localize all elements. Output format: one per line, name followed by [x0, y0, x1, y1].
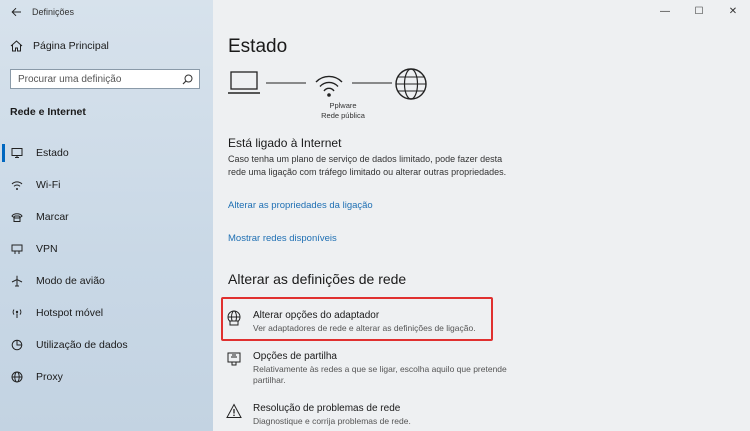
option-description: Relativamente às redes a que se ligar, e… — [253, 364, 507, 385]
sidebar-item-label: Marcar — [36, 211, 69, 223]
sidebar-item-proxy[interactable]: Proxy — [0, 361, 213, 393]
warning-icon — [225, 402, 243, 420]
search-input[interactable]: Procurar uma definição — [10, 69, 200, 89]
arrow-left-icon — [10, 7, 21, 17]
sidebar-nav: Estado Wi-Fi Marcar VPN Modo de avião Ho… — [0, 137, 213, 393]
sidebar-item-dados[interactable]: Utilização de dados — [0, 329, 213, 361]
sidebar-item-label: Wi-Fi — [36, 179, 61, 191]
close-button[interactable]: ✕ — [716, 0, 750, 22]
sidebar-section-title: Rede e Internet — [10, 106, 86, 118]
adapter-icon — [225, 309, 243, 327]
page-title: Estado — [228, 36, 288, 57]
option-troubleshoot[interactable]: Resolução de problemas de rede Diagnosti… — [225, 402, 411, 427]
sidebar: Definições Página Principal Procurar uma… — [0, 0, 213, 431]
section-heading: Alterar as definições de rede — [228, 271, 407, 287]
globe-icon — [11, 371, 23, 383]
network-type: Rede pública — [321, 111, 365, 120]
nav-home-label: Página Principal — [33, 40, 109, 52]
data-usage-icon — [11, 339, 23, 351]
minimize-button[interactable]: — — [648, 0, 682, 22]
sidebar-item-label: Proxy — [36, 371, 63, 383]
sidebar-item-label: Utilização de dados — [36, 339, 128, 351]
sidebar-item-label: Modo de avião — [36, 275, 105, 287]
hotspot-icon — [11, 307, 23, 319]
sharing-icon — [225, 350, 243, 368]
home-icon — [10, 40, 23, 52]
sidebar-item-wifi[interactable]: Wi-Fi — [0, 169, 213, 201]
globe-icon — [395, 68, 427, 100]
sidebar-item-marcar[interactable]: Marcar — [0, 201, 213, 233]
back-button[interactable] — [0, 1, 32, 23]
wifi-icon — [11, 179, 23, 191]
sidebar-item-hotspot[interactable]: Hotspot móvel — [0, 297, 213, 329]
dialup-icon — [11, 211, 23, 223]
show-networks-link[interactable]: Mostrar redes disponíveis — [228, 233, 337, 244]
status-icon — [11, 147, 23, 159]
sidebar-item-label: VPN — [36, 243, 58, 255]
sidebar-item-aviao[interactable]: Modo de avião — [0, 265, 213, 297]
option-sharing[interactable]: Opções de partilha Relativamente às rede… — [225, 350, 523, 386]
sidebar-item-label: Estado — [36, 147, 69, 159]
option-description: Diagnostique e corrija problemas de rede… — [253, 416, 411, 426]
window-controls: — ☐ ✕ — [648, 0, 750, 22]
sidebar-item-label: Hotspot móvel — [36, 307, 104, 319]
airplane-icon — [11, 275, 23, 287]
option-title: Alterar opções do adaptador — [253, 310, 380, 321]
network-diagram: Pplware Rede pública — [228, 68, 448, 128]
status-description: Caso tenha um plano de serviço de dados … — [228, 154, 507, 177]
change-properties-link[interactable]: Alterar as propriedades da ligação — [228, 200, 373, 211]
app-title: Definições — [32, 7, 75, 17]
laptop-icon — [228, 71, 260, 94]
nav-home[interactable]: Página Principal — [10, 40, 109, 52]
titlebar: Definições — [0, 0, 213, 24]
wifi-icon — [315, 75, 343, 97]
option-title: Opções de partilha — [253, 351, 337, 362]
sidebar-item-estado[interactable]: Estado — [0, 137, 213, 169]
option-adapter[interactable]: Alterar opções do adaptador Ver adaptado… — [225, 309, 476, 334]
search-placeholder: Procurar uma definição — [18, 73, 122, 85]
option-description: Ver adaptadores de rede e alterar as def… — [253, 323, 476, 333]
status-heading: Está ligado à Internet — [228, 136, 342, 150]
network-name: Pplware — [329, 101, 357, 110]
main-content: — ☐ ✕ Estado Pplware Rede pública Está l… — [213, 0, 750, 431]
option-title: Resolução de problemas de rede — [253, 403, 401, 414]
vpn-icon — [11, 243, 23, 255]
maximize-button[interactable]: ☐ — [682, 0, 716, 22]
search-icon[interactable] — [182, 74, 193, 85]
sidebar-item-vpn[interactable]: VPN — [0, 233, 213, 265]
